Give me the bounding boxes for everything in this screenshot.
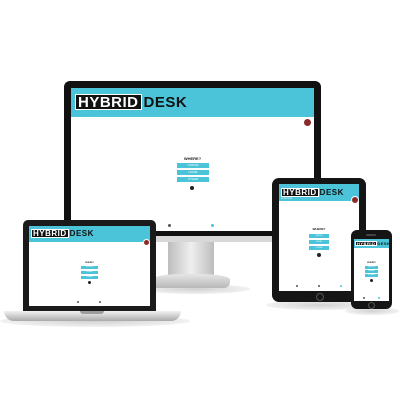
tablet-go-button[interactable] — [317, 253, 321, 257]
logo-hybrid-text: HYBRID — [281, 187, 319, 197]
tablet-logo[interactable]: HYBRID DESK — [281, 188, 344, 197]
monitor-go-button[interactable] — [190, 186, 194, 190]
phone-nav-dot-icon-2[interactable] — [378, 297, 380, 299]
laptop-question: WHERE? — [85, 262, 94, 264]
logo-desk-text: DESK — [377, 240, 389, 246]
monitor-app-header: HYBRID DESK — [71, 88, 314, 117]
phone-go-button[interactable] — [370, 279, 373, 282]
monitor-option-other-button[interactable]: OTHER — [177, 177, 209, 182]
tablet-home-button-icon[interactable] — [316, 293, 324, 301]
tablet-nav-dot-icon-1[interactable] — [296, 285, 298, 287]
laptop-app-header: HYBRID DESK — [29, 226, 150, 242]
phone-option-office-button[interactable]: OFFICE — [365, 266, 378, 269]
logo-hybrid-text: HYBRID — [31, 228, 69, 238]
monitor-stand-neck — [168, 242, 214, 276]
monitor-user-avatar-icon[interactable] — [303, 118, 312, 127]
tablet-nav-dot-icon-2[interactable] — [318, 285, 320, 287]
logo-desk-text: DESK — [69, 228, 94, 238]
phone-speaker — [366, 234, 376, 236]
tablet-nav-dot-icon-3[interactable] — [340, 285, 342, 287]
laptop-option-home-button[interactable]: HOME — [81, 271, 98, 274]
logo-desk-text: DESK — [319, 187, 344, 197]
laptop-option-other-button[interactable]: OTHER — [81, 276, 98, 279]
phone-logo[interactable]: HYBRID DESK — [355, 241, 389, 246]
phone-nav-dot-icon-1[interactable] — [363, 297, 365, 299]
tablet-user-avatar-icon[interactable] — [351, 196, 359, 204]
laptop-option-office-button[interactable]: OFFICE — [81, 266, 98, 269]
laptop-nav-dot-icon-1[interactable] — [77, 301, 79, 303]
monitor-option-home-button[interactable]: HOME — [177, 170, 209, 175]
monitor-logo[interactable]: HYBRID DESK — [75, 94, 187, 110]
monitor-stand-foot — [152, 274, 230, 288]
logo-desk-text: DESK — [143, 93, 188, 111]
logo-hybrid-text: HYBRID — [75, 94, 142, 110]
tablet-question: WHERE? — [312, 227, 326, 231]
monitor-nav-dot-icon-2[interactable] — [211, 224, 214, 227]
monitor-option-office-button[interactable]: OFFICE — [177, 163, 209, 168]
logo-hybrid-text: HYBRID — [355, 240, 378, 246]
monitor-header-sub: WORK HUB — [75, 113, 92, 117]
tablet-option-other-button[interactable]: OTHER — [309, 246, 329, 250]
phone-app-header: HYBRID DESK — [354, 239, 389, 248]
laptop-screen: HYBRID DESK WHERE? OFFICE HOME OTHER — [29, 226, 150, 306]
phone-option-home-button[interactable]: HOME — [365, 270, 378, 273]
tablet-option-office-button[interactable]: OFFICE — [309, 234, 329, 238]
monitor-question: WHERE? — [183, 156, 202, 161]
phone-screen: HYBRID DESK WHERE? OFFICE HOME OTHER — [354, 239, 389, 301]
monitor-nav-dot-icon-1[interactable] — [168, 224, 171, 227]
laptop-notch — [80, 311, 104, 314]
phone-home-button-icon[interactable] — [368, 302, 375, 309]
laptop-nav-dot-icon-2[interactable] — [99, 301, 101, 303]
tablet-screen: HYBRID DESK WORK HUB WHERE? OFFICE HOME … — [279, 184, 359, 291]
laptop-logo[interactable]: HYBRID DESK — [31, 229, 94, 238]
laptop-user-avatar-icon[interactable] — [143, 239, 150, 246]
laptop-go-button[interactable] — [88, 281, 91, 284]
tablet-option-home-button[interactable]: HOME — [309, 240, 329, 244]
tablet-header-sub: WORK HUB — [281, 198, 292, 200]
phone-option-other-button[interactable]: OTHER — [365, 274, 378, 277]
phone-question: WHERE? — [367, 262, 376, 264]
